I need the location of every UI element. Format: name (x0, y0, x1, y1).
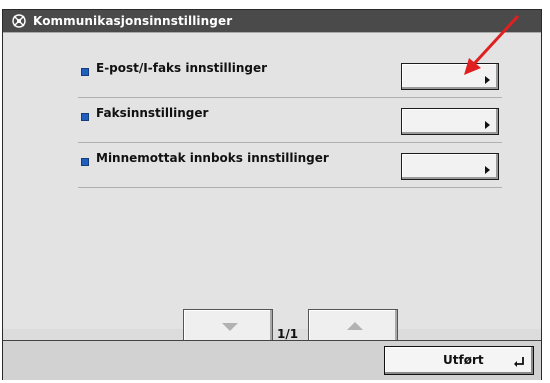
page-down-button[interactable] (183, 309, 273, 343)
item-label: Faksinnstillinger (96, 106, 209, 120)
item-label: E-post/I-faks innstillinger (96, 61, 268, 75)
arrow-right-icon (485, 76, 490, 84)
triangle-down-icon (222, 323, 238, 331)
page-title: Kommunikasjonsinnstillinger (33, 14, 233, 28)
footer-bar: Utført (3, 340, 541, 380)
annotation-arrow-icon (464, 14, 520, 75)
list-item-memory-rx-inbox: Minnemottak innboks innstillinger (78, 147, 502, 188)
list-item-email-ifax: E-post/I-faks innstillinger (78, 57, 502, 98)
memory-rx-inbox-settings-button[interactable] (401, 153, 499, 180)
item-label: Minnemottak innboks innstillinger (96, 151, 329, 165)
page-indicator: 1/1 (277, 327, 299, 341)
arrow-right-icon (485, 121, 490, 129)
ok-button[interactable]: Utført (384, 346, 534, 375)
arrow-right-icon (485, 166, 490, 174)
bullet-icon (81, 68, 89, 76)
triangle-up-icon (347, 322, 363, 330)
bullet-icon (81, 113, 89, 121)
settings-list: E-post/I-faks innstillinger Faksinnstill… (3, 32, 541, 343)
gear-wrench-icon (12, 14, 26, 28)
fax-settings-button[interactable] (401, 108, 499, 135)
list-item-fax: Faksinnstillinger (78, 102, 502, 143)
page-up-button[interactable] (308, 309, 398, 343)
ok-label: Utført (443, 353, 484, 367)
bullet-icon (81, 158, 89, 166)
enter-return-icon (514, 357, 524, 367)
